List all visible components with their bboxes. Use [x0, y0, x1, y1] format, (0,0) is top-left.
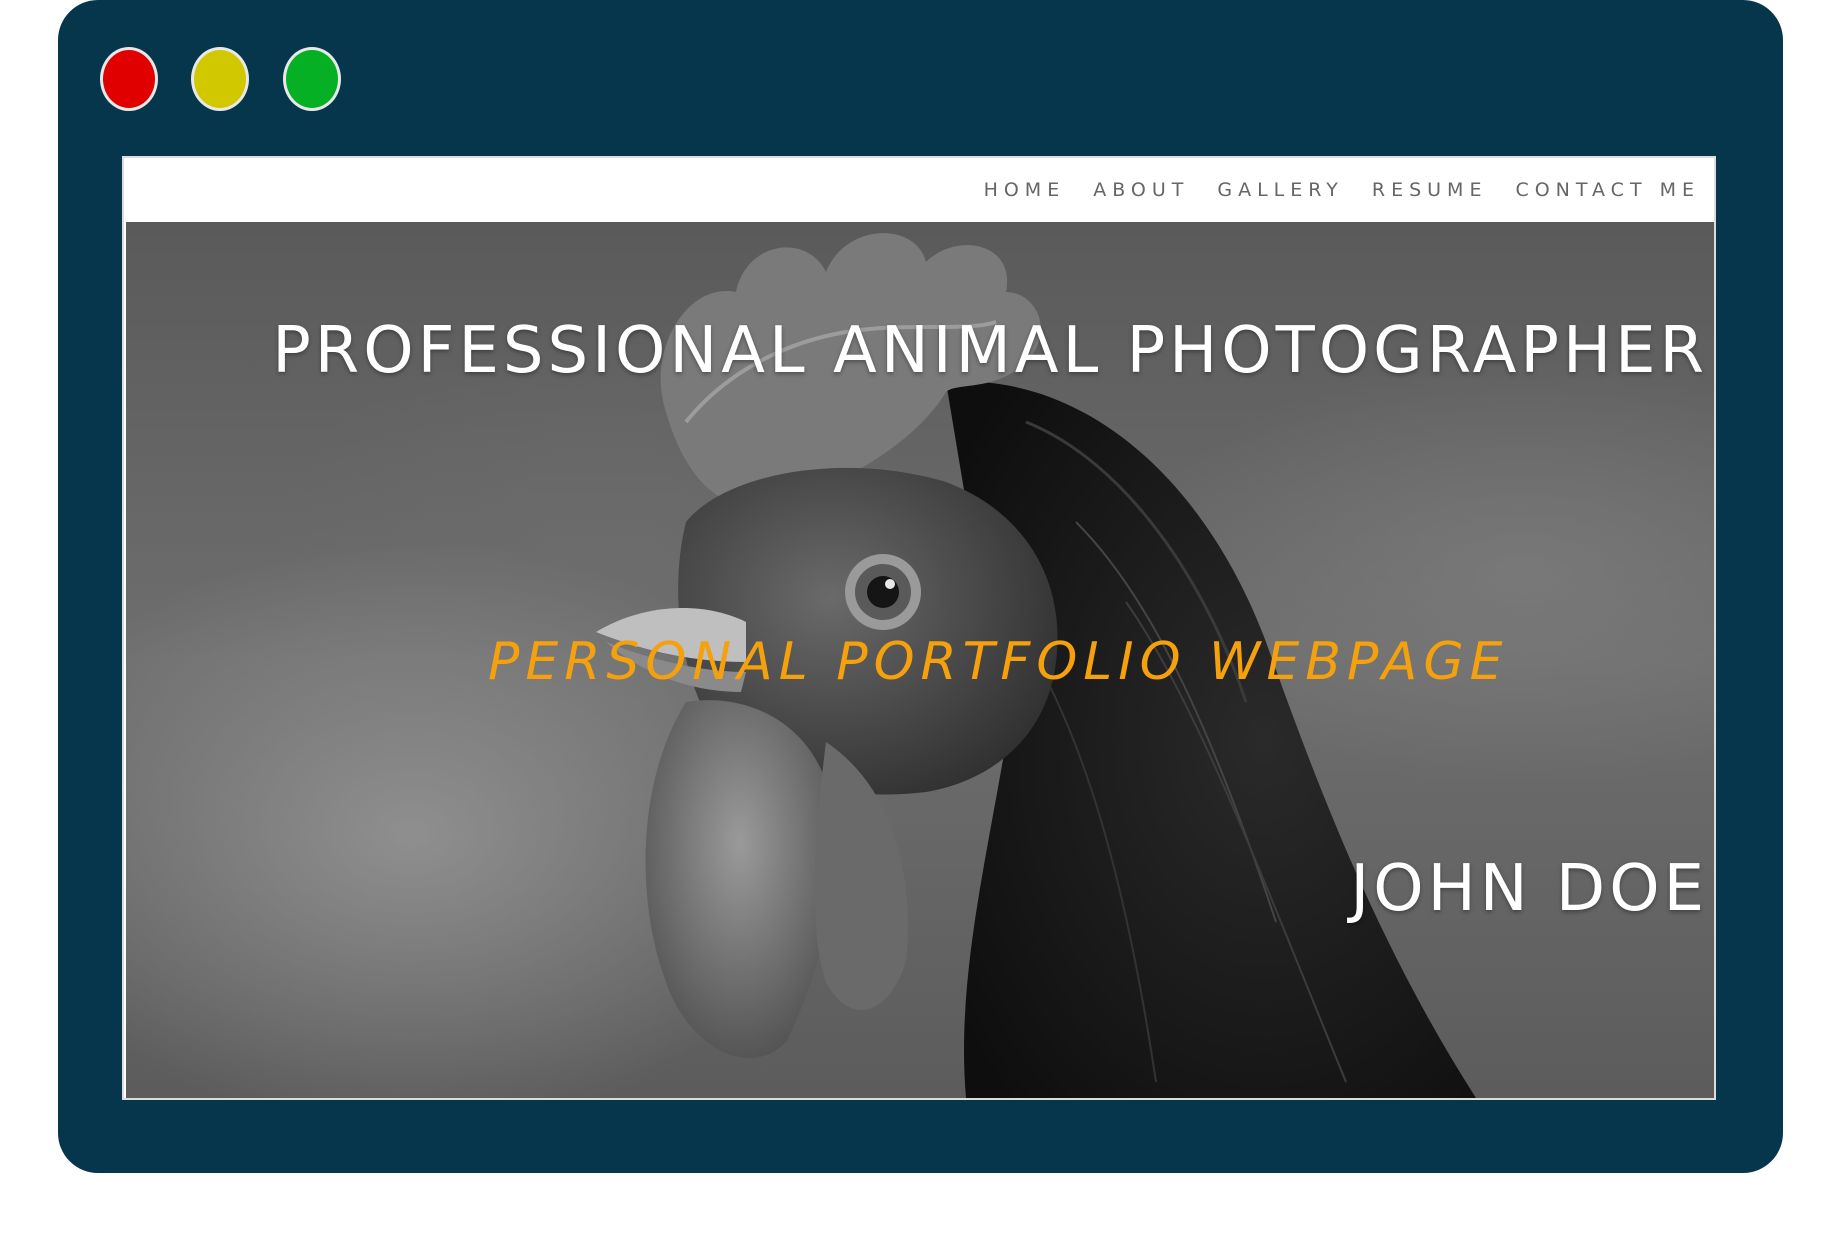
minimize-window-button[interactable]	[191, 47, 249, 111]
top-navbar: HOME ABOUT GALLERY RESUME CONTACT ME	[124, 158, 1714, 222]
browser-viewport: HOME ABOUT GALLERY RESUME CONTACT ME PRO…	[122, 156, 1716, 1100]
hero-name: JOHN DOE	[1350, 852, 1708, 926]
maximize-window-button[interactable]	[283, 47, 341, 111]
nav-resume-link[interactable]: RESUME	[1372, 179, 1488, 201]
hero-title: PROFESSIONAL ANIMAL PHOTOGRAPHER	[272, 314, 1708, 388]
close-window-button[interactable]	[100, 47, 158, 111]
nav-contact-link[interactable]: CONTACT ME	[1515, 179, 1700, 201]
nav-home-link[interactable]: HOME	[984, 179, 1066, 201]
hero-section: PROFESSIONAL ANIMAL PHOTOGRAPHER PERSONA…	[126, 222, 1714, 1098]
hero-subtitle: PERSONAL PORTFOLIO WEBPAGE	[488, 632, 1509, 692]
nav-gallery-link[interactable]: GALLERY	[1217, 179, 1344, 201]
nav-about-link[interactable]: ABOUT	[1093, 179, 1189, 201]
browser-window-frame: HOME ABOUT GALLERY RESUME CONTACT ME PRO…	[58, 0, 1783, 1173]
